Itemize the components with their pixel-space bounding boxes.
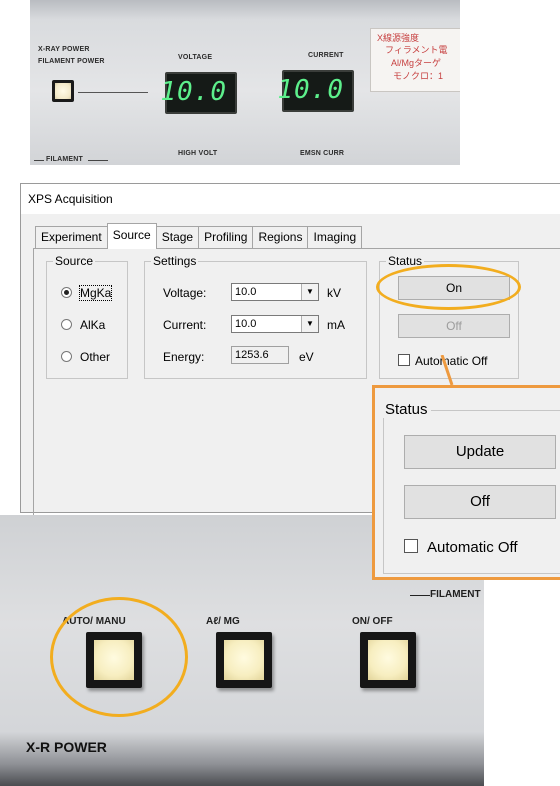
status-group-title: Status <box>386 254 425 268</box>
radio-other[interactable]: Other <box>61 350 110 364</box>
radio-unselected-icon <box>61 319 72 330</box>
energy-unit: eV <box>299 350 314 364</box>
source-on-button[interactable]: On <box>398 276 510 300</box>
filament-panel-label: FILAMENT <box>430 589 481 600</box>
energy-field-label: Energy: <box>163 350 205 364</box>
inset-automatic-off-label: Automatic Off <box>427 539 518 556</box>
xr-power-label: X-R POWER <box>26 739 107 755</box>
voltage-field-label: Voltage: <box>163 286 207 300</box>
voltage-display: 10.0 <box>160 72 237 114</box>
tab-stage[interactable]: Stage <box>155 226 200 248</box>
settings-group: Settings Voltage: 10.0 ▼ kV Current: 10.… <box>144 254 367 379</box>
jp-line-3: Al/Mgターゲ <box>391 58 442 68</box>
chevron-down-icon[interactable]: ▼ <box>301 316 318 332</box>
jp-line-4: モノクロ：1 <box>393 71 444 81</box>
inset-off-button[interactable]: Off <box>404 485 556 519</box>
current-field-label: Current: <box>163 318 207 332</box>
voltage-display-value: 10.0 <box>160 77 227 107</box>
voltage-unit: kV <box>327 286 342 300</box>
xray-power-label: X-RAY POWER <box>38 46 90 53</box>
source-group-title: Source <box>53 254 96 268</box>
automatic-off-checkbox[interactable]: Automatic Off <box>398 354 487 368</box>
on-off-button[interactable] <box>360 632 416 688</box>
al-mg-label: Aℓ/ MG <box>206 616 240 627</box>
current-display-value: 10.0 <box>277 75 344 105</box>
inset-status-group: Status Update Off Automatic Off <box>382 401 560 574</box>
filament-label: FILAMENT <box>46 156 83 163</box>
on-off-label: ON/ OFF <box>352 616 393 627</box>
voltage-label: VOLTAGE <box>178 54 213 61</box>
automatic-off-label: Automatic Off <box>415 354 488 368</box>
current-label: CURRENT <box>308 52 344 59</box>
chevron-down-icon[interactable]: ▼ <box>301 284 318 300</box>
status-group: Status On Off Automatic Off <box>379 254 519 379</box>
window-title: XPS Acquisition <box>21 184 560 214</box>
lamp-line <box>78 92 148 93</box>
radio-alka[interactable]: AlKa <box>61 318 105 332</box>
checkbox-icon <box>398 354 410 366</box>
current-unit: mA <box>327 318 345 332</box>
radio-other-label: Other <box>80 350 111 364</box>
radio-selected-icon <box>61 287 72 298</box>
current-display: 10.0 <box>277 70 354 112</box>
filament-rule-left <box>34 160 44 161</box>
current-combo[interactable]: 10.0 ▼ <box>231 315 319 333</box>
tab-profiling[interactable]: Profiling <box>198 226 254 248</box>
japanese-note-label: X線源強度 フィラメント電 Al/Mgターゲ モノクロ：1 <box>370 28 460 92</box>
radio-mgka[interactable]: MgKa <box>61 285 113 301</box>
auto-manu-label: AUTO/ MANU <box>62 616 126 627</box>
radio-alka-label: AlKa <box>80 318 106 332</box>
al-mg-button[interactable] <box>216 632 272 688</box>
jp-line-2: フィラメント電 <box>385 45 448 55</box>
tab-imaging[interactable]: Imaging <box>307 226 363 248</box>
tab-bar: Experiment Source Stage Profiling Region… <box>35 223 363 249</box>
tab-regions[interactable]: Regions <box>252 226 309 248</box>
checkbox-icon <box>404 539 418 553</box>
source-off-button[interactable]: Off <box>398 314 510 338</box>
control-panel-photo-top: X-RAY POWER FILAMENT POWER VOLTAGE 10.0 … <box>30 0 460 165</box>
tab-source[interactable]: Source <box>106 223 157 249</box>
radio-mgka-label: MgKa <box>78 285 113 301</box>
radio-unselected-icon <box>61 351 72 362</box>
current-combo-value: 10.0 <box>235 318 257 330</box>
voltage-combo-value: 10.0 <box>235 286 257 298</box>
status-zoom-inset: Status Update Off Automatic Off <box>372 385 560 580</box>
voltage-combo[interactable]: 10.0 ▼ <box>231 283 319 301</box>
auto-manu-button[interactable] <box>86 632 142 688</box>
high-volt-label: HIGH VOLT <box>178 150 218 157</box>
filament-power-label: FILAMENT POWER <box>38 58 105 65</box>
filament-rule <box>410 595 430 596</box>
inset-update-button[interactable]: Update <box>404 435 556 469</box>
emsn-curr-label: EMSN CURR <box>300 150 345 157</box>
tab-experiment[interactable]: Experiment <box>35 226 108 248</box>
filament-rule-right <box>88 160 108 161</box>
inset-automatic-off-checkbox[interactable]: Automatic Off <box>404 539 518 556</box>
settings-group-title: Settings <box>151 254 199 268</box>
source-group: Source MgKa AlKa Other <box>46 254 128 379</box>
inset-status-title: Status <box>382 401 431 418</box>
energy-readout: 1253.6 <box>231 346 289 364</box>
filament-power-lamp <box>52 80 74 102</box>
